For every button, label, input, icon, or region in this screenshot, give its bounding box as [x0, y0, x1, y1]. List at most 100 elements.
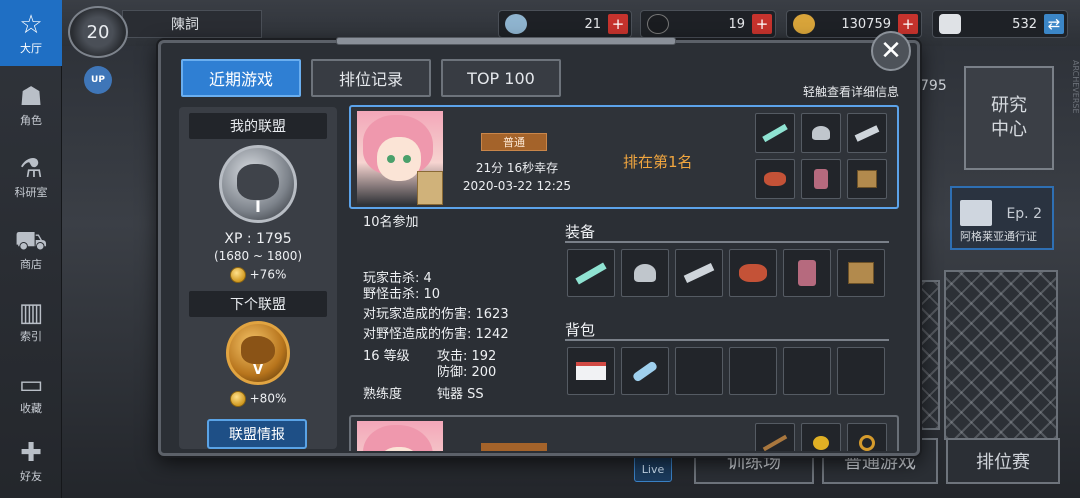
nav-label: 角色 [20, 114, 42, 127]
backpack-slot[interactable] [837, 347, 885, 395]
book-open-icon: ▭ [18, 370, 44, 400]
tab-recent-games[interactable]: 近期游戏 [181, 59, 301, 97]
nav-friends[interactable]: ✚ 好友 [0, 428, 62, 494]
my-bonus-value: +76% [249, 267, 287, 282]
player-name: 陳詞 [122, 10, 262, 38]
scarf-icon [739, 264, 767, 282]
equip-slot-head [801, 113, 841, 153]
crystal-icon [505, 14, 527, 34]
weapon-thumb-icon [417, 171, 443, 205]
level-badge[interactable]: 20 [68, 6, 128, 58]
boots-icon [798, 260, 816, 286]
gold-helmet-icon [813, 436, 829, 450]
books-icon: ▥ [18, 298, 44, 328]
resource-value: 19 [728, 16, 745, 32]
equipment-title: 装备 [565, 223, 596, 241]
my-league-tier: I [255, 197, 261, 216]
monster-damage: 对野怪造成的伤害: 1242 [363, 327, 509, 342]
league-xp: XP : 1795 [224, 231, 292, 247]
scarf-icon [764, 172, 786, 186]
equipment-slot[interactable] [675, 249, 723, 297]
equipment-slot[interactable] [783, 249, 831, 297]
equipment-slot[interactable] [837, 249, 885, 297]
helmet-icon [812, 126, 830, 140]
proficiency-label: 熟练度 [363, 387, 403, 402]
nav-label: 大厅 [20, 42, 42, 55]
backpack-slot[interactable] [567, 347, 615, 395]
live-button[interactable]: Live [634, 456, 672, 482]
research-label-line2: 中心 [991, 119, 1027, 140]
survival-time: 21分 16秒幸存 [475, 161, 559, 175]
resource-value: 21 [584, 16, 601, 32]
nav-label: 科研室 [14, 186, 48, 199]
equip-slot-head [801, 423, 841, 451]
nav-label: 收藏 [20, 402, 42, 415]
add-coins-button[interactable]: + [898, 14, 918, 34]
bull-emblem-icon [237, 164, 279, 200]
next-league-medal: V [226, 321, 290, 385]
bat-icon [762, 434, 788, 451]
nav-character[interactable]: ☗ 角色 [0, 72, 62, 138]
pass-card-icon [960, 200, 992, 226]
lobby-star-icon: ☆ [19, 10, 43, 40]
add-ticket-button[interactable]: + [752, 14, 772, 34]
flask-icon: ⚗ [19, 154, 43, 184]
pass-episode: Ep. 2 [1006, 206, 1042, 222]
game-datetime: 2020-03-22 12:25 [462, 179, 572, 193]
next-league-bonus: +80% [179, 391, 337, 407]
equip-slot-chest [755, 159, 795, 199]
tab-rank-records[interactable]: 排位记录 [311, 59, 431, 97]
my-league-bonus: +76% [179, 267, 337, 283]
equip-slot-arm [847, 423, 887, 451]
league-info-button[interactable]: 联盟情报 [207, 419, 307, 449]
coin-icon [793, 14, 815, 34]
tab-top-100[interactable]: TOP 100 [441, 59, 561, 97]
nav-lobby[interactable]: ☆ 大厅 [0, 0, 62, 66]
equipment-slot[interactable] [567, 249, 615, 297]
gamepad-icon: ✚ [20, 438, 42, 468]
bp-exchange-button[interactable]: ⇄ [1044, 14, 1064, 34]
character-portrait [357, 111, 443, 205]
close-button[interactable]: ✕ [871, 31, 911, 71]
equipment-slot[interactable] [621, 249, 669, 297]
left-nav: ☆ 大厅 ☗ 角色 ⚗ 科研室 ⛟ 商店 ▥ 索引 ▭ 收藏 ✚ 好友 [0, 0, 62, 498]
backpack-slot[interactable] [621, 347, 669, 395]
next-league-tier: V [252, 363, 264, 378]
resource-bp: 532 ⇄ [932, 10, 1068, 38]
battle-pass-button[interactable]: Ep. 2 阿格莱亚通行证 [950, 186, 1054, 250]
nav-lab[interactable]: ⚗ 科研室 [0, 144, 62, 210]
backpack-slot[interactable] [675, 347, 723, 395]
brand-watermark: ARCHEVERSE [1071, 60, 1080, 114]
modal-grip [336, 37, 676, 45]
research-center-button[interactable]: 研究 中心 [964, 66, 1054, 170]
game-record-card[interactable] [349, 415, 899, 451]
player-damage: 对玩家造成的伤害: 1623 [363, 307, 509, 322]
nav-shop[interactable]: ⛟ 商店 [0, 216, 62, 282]
add-crystal-button[interactable]: + [608, 14, 628, 34]
nav-collection[interactable]: ▭ 收藏 [0, 360, 62, 426]
match-history-modal: ✕ 近期游戏 排位记录 TOP 100 轻触查看详细信息 我的联盟 I XP :… [158, 31, 920, 456]
close-icon: ✕ [880, 36, 902, 66]
gauntlet-blade-icon [683, 263, 715, 283]
equipment-slot[interactable] [729, 249, 777, 297]
proficiency-value: 钝器 SS [437, 387, 484, 402]
ranked-button[interactable]: 排位赛 [946, 438, 1060, 484]
character-level: 16 等级 [363, 349, 410, 364]
dagger-pair-icon [575, 261, 607, 285]
nav-index[interactable]: ▥ 索引 [0, 288, 62, 354]
next-league-header: 下个联盟 [189, 291, 327, 317]
bp-icon [939, 14, 961, 34]
equip-slot-weapon [755, 423, 795, 451]
water-bottle-icon [631, 359, 659, 383]
nav-label: 商店 [20, 258, 42, 271]
crate-icon [848, 262, 874, 284]
equip-slot-arm [847, 113, 887, 153]
backpack-slot[interactable] [729, 347, 777, 395]
level-up-badge[interactable]: UP [84, 66, 112, 94]
coin-icon [229, 267, 246, 283]
equipment-divider [565, 241, 889, 243]
game-record-card[interactable]: 普通 21分 16秒幸存 2020-03-22 12:25 排在第1名 [349, 105, 899, 209]
league-panel: 我的联盟 I XP : 1795 (1680 ~ 1800) +76% 下个联盟… [179, 107, 337, 449]
backpack-slot[interactable] [783, 347, 831, 395]
next-bonus-value: +80% [249, 391, 287, 406]
